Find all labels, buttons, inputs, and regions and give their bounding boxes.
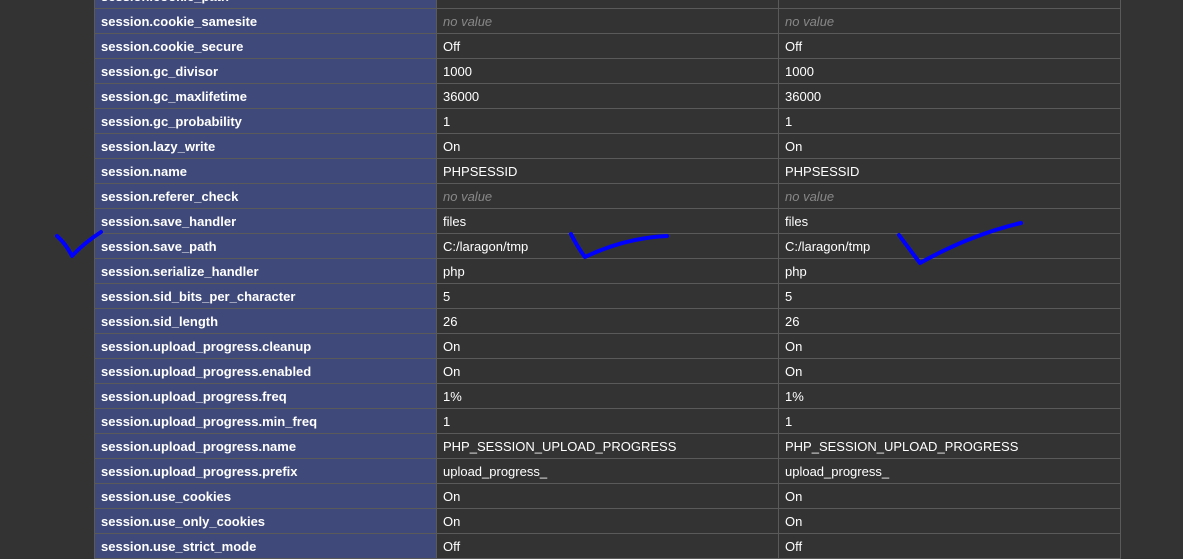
master-value: On [778,508,1121,534]
local-value: 36000 [436,83,779,109]
master-value: 1 [778,108,1121,134]
master-value: 1000 [778,58,1121,84]
table-row: session.save_handler files files [94,208,1121,234]
table-row: session.gc_divisor 1000 1000 [94,58,1121,84]
directive-name: session.upload_progress.cleanup [94,333,437,359]
table-row: session.lazy_write On On [94,133,1121,159]
directive-name: session.upload_progress.min_freq [94,408,437,434]
directive-name: session.cookie_path [94,0,437,9]
table-row: session.sid_bits_per_character 5 5 [94,283,1121,309]
master-value: On [778,133,1121,159]
master-value: upload_progress_ [778,458,1121,484]
master-value: C:/laragon/tmp [778,233,1121,259]
directive-name: session.gc_maxlifetime [94,83,437,109]
local-value: 1% [436,383,779,409]
directive-name: session.cookie_samesite [94,8,437,34]
local-value: On [436,508,779,534]
table-row: session.use_strict_mode Off Off [94,533,1121,559]
master-value: 36000 [778,83,1121,109]
table-row: session.upload_progress.min_freq 1 1 [94,408,1121,434]
local-value: 1 [436,108,779,134]
directive-name: session.upload_progress.freq [94,383,437,409]
table-row: session.sid_length 26 26 [94,308,1121,334]
directive-name: session.upload_progress.enabled [94,358,437,384]
directive-name: session.gc_divisor [94,58,437,84]
directive-name: session.sid_bits_per_character [94,283,437,309]
master-value: On [778,333,1121,359]
local-value: Off [436,533,779,559]
local-value: On [436,358,779,384]
table-row: session.referer_check no value no value [94,183,1121,209]
directive-name: session.gc_probability [94,108,437,134]
local-value: On [436,483,779,509]
directive-name: session.sid_length [94,308,437,334]
master-value: no value [778,183,1121,209]
master-value: 5 [778,283,1121,309]
directive-name: session.upload_progress.name [94,433,437,459]
table-row: session.upload_progress.freq 1% 1% [94,383,1121,409]
master-value: On [778,358,1121,384]
local-value: C:/laragon/tmp [436,233,779,259]
table-row: session.name PHPSESSID PHPSESSID [94,158,1121,184]
table-row: session.upload_progress.enabled On On [94,358,1121,384]
local-value: 26 [436,308,779,334]
master-value: PHPSESSID [778,158,1121,184]
phpinfo-session-section: session.cookie_pathsession.cookie_samesi… [94,0,1121,559]
local-value: no value [436,8,779,34]
session-directives-table: session.cookie_pathsession.cookie_samesi… [94,0,1121,559]
directive-name: session.use_strict_mode [94,533,437,559]
table-row: session.serialize_handler php php [94,258,1121,284]
local-value: files [436,208,779,234]
directive-name: session.use_only_cookies [94,508,437,534]
table-row: session.cookie_path [94,0,1121,9]
table-row: session.upload_progress.prefix upload_pro… [94,458,1121,484]
table-row: session.upload_progress.cleanup On On [94,333,1121,359]
local-value: php [436,258,779,284]
master-value: 1% [778,383,1121,409]
local-value: no value [436,183,779,209]
directive-name: session.use_cookies [94,483,437,509]
table-row: session.save_path C:/laragon/tmp C:/larago… [94,233,1121,259]
directive-name: session.upload_progress.prefix [94,458,437,484]
local-value: upload_progress_ [436,458,779,484]
local-value: PHP_SESSION_UPLOAD_PROGRESS [436,433,779,459]
directive-name: session.lazy_write [94,133,437,159]
master-value: PHP_SESSION_UPLOAD_PROGRESS [778,433,1121,459]
directive-name: session.name [94,158,437,184]
master-value: 1 [778,408,1121,434]
directive-name: session.save_handler [94,208,437,234]
local-value: On [436,133,779,159]
master-value: php [778,258,1121,284]
directive-name: session.referer_check [94,183,437,209]
directive-name: session.serialize_handler [94,258,437,284]
master-value: Off [778,533,1121,559]
directive-name: session.cookie_secure [94,33,437,59]
local-value: 1 [436,408,779,434]
table-row: session.cookie_samesite no value no value [94,8,1121,34]
local-value: Off [436,33,779,59]
local-value: 5 [436,283,779,309]
master-value: 26 [778,308,1121,334]
master-value: Off [778,33,1121,59]
table-row: session.gc_probability 1 1 [94,108,1121,134]
local-value [436,0,779,9]
table-row: session.gc_maxlifetime 36000 36000 [94,83,1121,109]
master-value [778,0,1121,9]
master-value: On [778,483,1121,509]
table-body: session.cookie_pathsession.cookie_samesi… [94,0,1121,559]
master-value: files [778,208,1121,234]
table-row: session.use_cookies On On [94,483,1121,509]
table-row: session.upload_progress.name PHP_SESSION_… [94,433,1121,459]
local-value: 1000 [436,58,779,84]
master-value: no value [778,8,1121,34]
local-value: On [436,333,779,359]
table-row: session.use_only_cookies On On [94,508,1121,534]
directive-name: session.save_path [94,233,437,259]
local-value: PHPSESSID [436,158,779,184]
table-row: session.cookie_secure Off Off [94,33,1121,59]
